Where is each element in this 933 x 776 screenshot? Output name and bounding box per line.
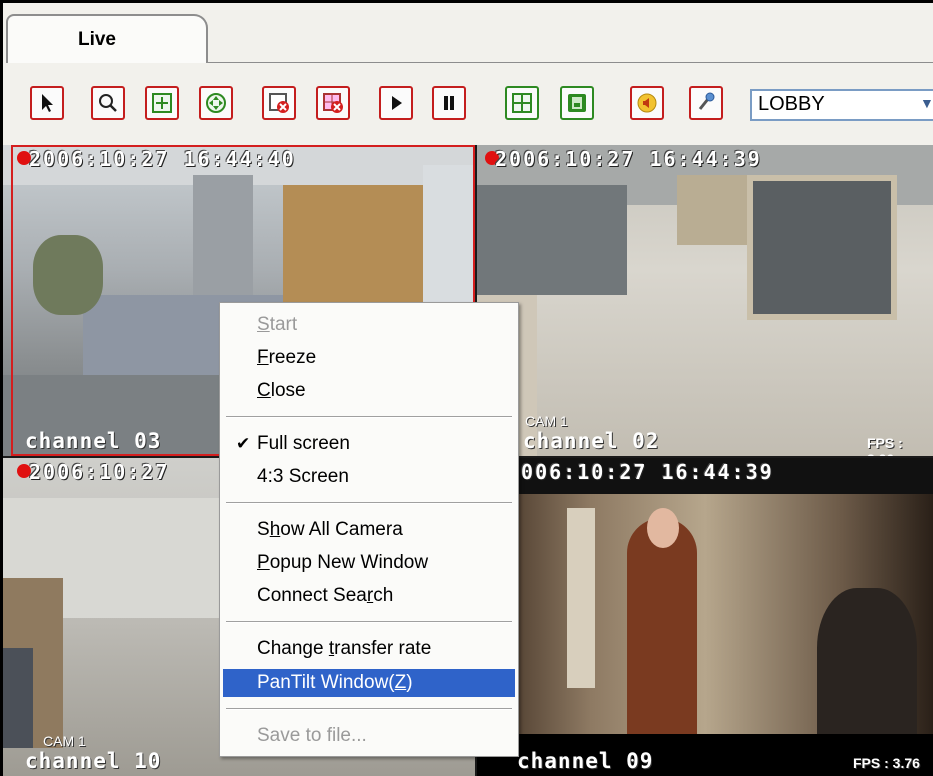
pane-timestamp: 2006:10:27 16:44:39 — [495, 147, 762, 171]
pane-camera-label: CAM 1 — [525, 413, 568, 429]
menu-item-full-screen[interactable]: ✔ Full screen — [220, 430, 518, 458]
record-button[interactable] — [560, 86, 594, 120]
menu-item-pantilt-window[interactable]: PanTilt Window(Z) — [223, 669, 515, 697]
video-pane-channel-02[interactable]: 2006:10:27 16:44:39 CAM 1 channel 02 FPS… — [477, 145, 933, 456]
pane-channel-label: channel 02 — [523, 429, 660, 453]
pane-timestamp: 2006:10:27 16:44:39 — [507, 460, 774, 484]
menu-separator — [226, 621, 512, 623]
menu-separator — [226, 416, 512, 418]
pane-channel-label: channel 03 — [25, 429, 162, 453]
pause-icon — [444, 96, 454, 110]
close-all-button[interactable] — [316, 86, 350, 120]
camera-select[interactable]: LOBBY ▼ — [750, 89, 933, 121]
pane-camera-label: CAM 1 — [43, 733, 86, 749]
menu-separator — [226, 502, 512, 504]
pointer-icon — [42, 94, 53, 112]
menu-item-save-to-file[interactable]: Save to file... — [220, 722, 518, 750]
menu-separator — [226, 708, 512, 710]
close-window-button[interactable] — [262, 86, 296, 120]
play-icon — [392, 96, 402, 110]
chevron-down-icon[interactable]: ▼ — [920, 95, 933, 115]
pane-channel-label: channel 09 — [517, 749, 654, 773]
menu-item-4-3-screen[interactable]: 4:3 Screen — [220, 463, 518, 491]
pane-timestamp: 2006:10:27 16:44:40 — [29, 147, 296, 171]
pointer-button[interactable] — [30, 86, 64, 120]
pane-timestamp: 2006:10:27 — [29, 460, 170, 484]
add-window-icon — [152, 93, 172, 113]
pane-fps: FPS : 3.76 — [853, 755, 920, 771]
video-pane-channel-09[interactable]: 2006:10:27 16:44:39 channel 09 FPS : 3.7… — [477, 458, 933, 776]
context-menu: Start Freeze Close ✔ Full screen 4:3 Scre… — [219, 302, 519, 757]
microphone-button[interactable] — [689, 86, 723, 120]
speaker-icon — [637, 93, 657, 113]
menu-item-show-all-camera[interactable]: Show All Camera — [220, 516, 518, 544]
menu-item-close[interactable]: Close — [220, 377, 518, 405]
checkmark-icon: ✔ — [236, 434, 251, 453]
menu-item-change-transfer-rate[interactable]: Change transfer rate — [220, 635, 518, 663]
pause-button[interactable] — [432, 86, 466, 120]
menu-item-popup-new-window[interactable]: Popup New Window — [220, 549, 518, 577]
toolbar: LOBBY ▼ — [3, 63, 933, 145]
layout-icon — [512, 93, 532, 113]
record-icon — [568, 94, 586, 112]
layout-button[interactable] — [505, 86, 539, 120]
camera-select-value: LOBBY — [758, 93, 825, 115]
menu-item-connect-search[interactable]: Connect Search — [220, 582, 518, 610]
play-button[interactable] — [379, 86, 413, 120]
pane-fps: FPS : 3.20 — [867, 435, 903, 456]
zoom-button[interactable] — [91, 86, 125, 120]
add-window-button[interactable] — [145, 86, 179, 120]
zoom-icon — [99, 94, 117, 112]
pane-channel-label: channel 10 — [25, 749, 162, 773]
tab-live[interactable]: Live — [6, 14, 208, 64]
move-icon — [206, 93, 226, 113]
close-all-icon — [323, 93, 343, 113]
tab-strip: Live — [3, 3, 933, 64]
move-button[interactable] — [199, 86, 233, 120]
close-window-icon — [269, 93, 289, 113]
menu-item-freeze[interactable]: Freeze — [220, 344, 518, 372]
microphone-icon — [698, 92, 715, 110]
speaker-button[interactable] — [630, 86, 664, 120]
menu-item-start[interactable]: Start — [220, 311, 518, 339]
